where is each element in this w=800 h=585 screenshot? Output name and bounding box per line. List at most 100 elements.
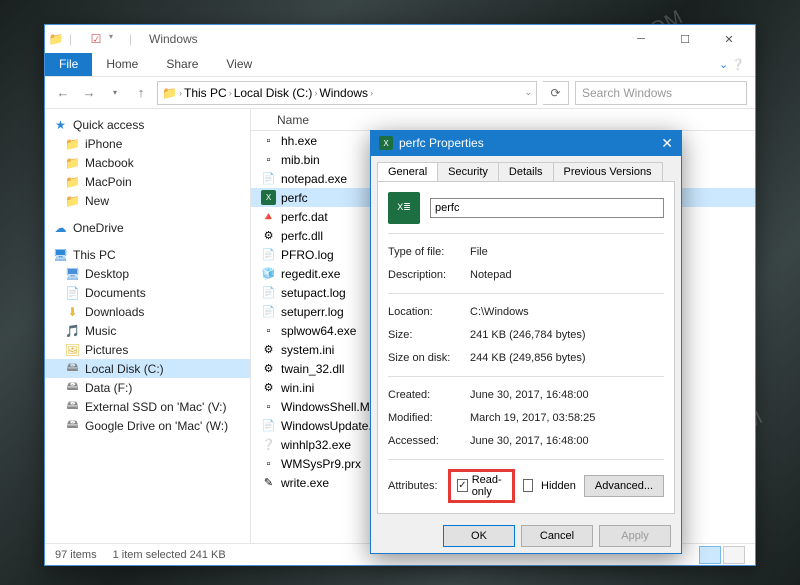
chevron-right-icon[interactable]: › [370,88,373,98]
nav-pc-item[interactable]: ⬇Downloads [45,302,250,321]
tab-security[interactable]: Security [437,162,499,181]
hidden-checkbox[interactable] [523,479,533,492]
address-bar-row: ← → ▾ ↑ 📁 › This PC › Local Disk (C:) › … [45,77,755,109]
value-description: Notepad [470,269,664,281]
label-accessed: Accessed: [388,435,460,447]
maximize-button[interactable]: ☐ [663,25,707,53]
navigation-pane[interactable]: ★Quick access 📁iPhone 📁Macbook 📁MacPoin … [45,109,251,543]
icons-view-button[interactable] [723,546,745,564]
cancel-button[interactable]: Cancel [521,525,593,547]
write-icon: ✎ [261,475,276,490]
up-button[interactable]: ↑ [131,83,151,103]
disk-icon: 🖴 [65,380,80,395]
crumb-windows[interactable]: Windows [319,86,368,100]
downloads-icon: ⬇ [65,304,80,319]
value-location: C:\Windows [470,306,664,318]
file-name: setupact.log [281,286,346,300]
file-name: perfc [281,191,308,205]
label-location: Location: [388,306,460,318]
tab-general[interactable]: General [377,162,438,181]
nav-pc-item-local-disk[interactable]: 🖴Local Disk (C:) [45,359,250,378]
nav-this-pc[interactable]: 🖥This PC [45,245,250,264]
address-dropdown-icon[interactable]: ⌄ [524,87,532,98]
hidden-label: Hidden [541,480,576,492]
nav-qa-item[interactable]: 📁New [45,191,250,210]
file-name: PFRO.log [281,248,334,262]
close-button[interactable]: ✕ [707,25,751,53]
nav-pc-item[interactable]: 🖴Data (F:) [45,378,250,397]
qat-dropdown-icon[interactable]: ▾ [109,32,123,46]
nav-qa-item[interactable]: 📁iPhone [45,134,250,153]
file-name: WindowsUpdate.... [281,419,382,433]
folder-icon: 📁 [65,136,80,151]
documents-icon: 📄 [65,285,80,300]
readonly-highlight: Read-only [448,469,515,503]
search-input[interactable]: Search Windows [575,81,747,105]
excel-file-icon: X≣ [388,192,420,224]
readonly-checkbox[interactable] [457,479,467,492]
nav-onedrive[interactable]: ☁OneDrive [45,218,250,237]
properties-dialog: X perfc Properties ✕ General Security De… [370,130,682,554]
chevron-right-icon[interactable]: › [179,88,182,98]
app-icon: ▫ [261,133,276,148]
titlebar[interactable]: 📁 | ☑ ▾ | Windows ─ ☐ ✕ [45,25,755,53]
text-icon: 📄 [261,418,276,433]
notepad-icon: 📄 [261,171,276,186]
chevron-right-icon[interactable]: › [229,88,232,98]
value-created: June 30, 2017, 16:48:00 [470,389,664,401]
pc-icon: 🖥 [53,247,68,262]
folder-icon: 📁 [65,193,80,208]
back-button[interactable]: ← [53,83,73,103]
refresh-button[interactable]: ⟳ [543,81,569,105]
file-name: twain_32.dll [281,362,344,376]
nav-quick-access[interactable]: ★Quick access [45,115,250,134]
nav-pc-item[interactable]: 🖴Google Drive on 'Mac' (W:) [45,416,250,435]
desktop-icon: 🖥 [65,266,80,281]
tab-details[interactable]: Details [498,162,554,181]
ini-icon: ⚙ [261,380,276,395]
recent-dropdown-icon[interactable]: ▾ [105,83,125,103]
nav-qa-item[interactable]: 📁MacPoin [45,172,250,191]
details-view-button[interactable] [699,546,721,564]
dialog-close-button[interactable]: ✕ [661,135,673,152]
ok-button[interactable]: OK [443,525,515,547]
tab-share[interactable]: Share [152,53,212,76]
checkmark-icon[interactable]: ☑ [89,32,103,46]
disk-icon: 🖴 [65,361,80,376]
tab-home[interactable]: Home [92,53,152,76]
breadcrumb[interactable]: 📁 › This PC › Local Disk (C:) › Windows … [157,81,537,105]
ribbon-expand-icon[interactable]: ⌄ ❔ [709,53,755,76]
crumb-local-disk[interactable]: Local Disk (C:) [234,86,313,100]
nav-qa-item[interactable]: 📁Macbook [45,153,250,172]
nav-pc-item[interactable]: 🖼Pictures [45,340,250,359]
dialog-title: perfc Properties [399,136,484,150]
dll-icon: ⚙ [261,361,276,376]
ribbon-tabs: File Home Share View ⌄ ❔ [45,53,755,77]
column-header-name[interactable]: Name [251,109,755,131]
folder-icon: 📁 [49,32,63,46]
forward-button[interactable]: → [79,83,99,103]
crumb-this-pc[interactable]: This PC [184,86,227,100]
filename-input[interactable] [430,198,664,218]
app-icon: ▫ [261,323,276,338]
apply-button[interactable]: Apply [599,525,671,547]
qat-separator: | [129,32,143,46]
minimize-button[interactable]: ─ [619,25,663,53]
file-name: perfc.dat [281,210,328,224]
nav-pc-item[interactable]: 🖴External SSD on 'Mac' (V:) [45,397,250,416]
nav-pc-item[interactable]: 🖥Desktop [45,264,250,283]
dialog-titlebar[interactable]: X perfc Properties ✕ [371,131,681,156]
tab-file[interactable]: File [45,53,92,76]
tab-view[interactable]: View [212,53,266,76]
value-size: 241 KB (246,784 bytes) [470,329,664,341]
advanced-button[interactable]: Advanced... [584,475,664,497]
chevron-right-icon[interactable]: › [314,88,317,98]
cloud-icon: ☁ [53,220,68,235]
file-name: notepad.exe [281,172,347,186]
file-name: WMSysPr9.prx [281,457,361,471]
excel-icon: X [379,136,393,150]
nav-pc-item[interactable]: 📄Documents [45,283,250,302]
tab-previous-versions[interactable]: Previous Versions [553,162,663,181]
nav-pc-item[interactable]: 🎵Music [45,321,250,340]
status-item-count: 97 items [55,549,97,561]
